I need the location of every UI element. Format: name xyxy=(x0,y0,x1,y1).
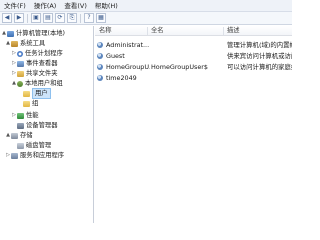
tree-item-disk-management[interactable]: 磁盘管理 xyxy=(17,141,51,150)
tree-item-groups[interactable]: 组 xyxy=(23,99,38,108)
table-row[interactable]: time2049 xyxy=(95,73,292,83)
tree-item-label: 共享文件夹 xyxy=(26,70,58,77)
column-divider[interactable] xyxy=(147,27,148,35)
refresh-icon[interactable]: ⟳ xyxy=(55,13,65,23)
tree-item-label: 存储 xyxy=(20,132,33,139)
tree-item-label: 组 xyxy=(32,100,39,107)
performance-icon xyxy=(17,112,24,119)
tree-item-users[interactable]: 用户 xyxy=(23,88,51,99)
tree-item-storage[interactable]: ▲ 存储 xyxy=(5,131,33,140)
user-icon xyxy=(97,53,103,59)
menu-view[interactable]: 查看(V) xyxy=(60,0,91,12)
user-description xyxy=(227,73,292,83)
menu-bar: 文件(F) 操作(A) 查看(V) 帮助(H) xyxy=(0,0,292,12)
navigation-tree: ▲ 计算机管理(本地) ▲ 系统工具 ▷ 任务计划程序 ▷ 事件查看器 ▷ 共享… xyxy=(0,26,94,223)
user-list-pane: 名称 全名 描述 Administrat... 管理计算机(域)的内置帐 Gue… xyxy=(95,26,292,223)
tree-item-label: 计算机管理(本地) xyxy=(16,30,65,37)
device-manager-icon xyxy=(17,122,24,129)
user-icon xyxy=(97,64,103,70)
help-icon[interactable]: ? xyxy=(84,13,94,23)
menu-file[interactable]: 文件(F) xyxy=(0,0,30,12)
clock-icon xyxy=(17,50,23,57)
back-icon[interactable]: ◀ xyxy=(2,13,12,23)
tree-item-label: 本地用户和组 xyxy=(25,80,63,87)
tree-item-label: 设备管理器 xyxy=(26,122,58,129)
forward-icon[interactable]: ▶ xyxy=(14,13,24,23)
folder-icon xyxy=(23,90,30,97)
tree-item-local-users-groups[interactable]: ▲ 本地用户和组 xyxy=(11,79,63,88)
toolbar-separator xyxy=(27,13,28,23)
user-fullname xyxy=(151,73,223,83)
user-fullname xyxy=(151,40,223,50)
user-icon xyxy=(97,75,103,81)
table-row[interactable]: Guest 供来宾访问计算机或访问 xyxy=(95,51,292,61)
folder-icon xyxy=(23,100,30,107)
show-tree-icon[interactable]: ▤ xyxy=(43,13,53,23)
menu-action[interactable]: 操作(A) xyxy=(30,0,61,12)
user-name: HomeGroupU... xyxy=(106,63,150,71)
tree-item-device-manager[interactable]: 设备管理器 xyxy=(17,121,57,130)
column-header-bar: 名称 全名 描述 xyxy=(95,26,292,36)
tree-item-label: 事件查看器 xyxy=(26,60,58,67)
user-description: 管理计算机(域)的内置帐 xyxy=(227,41,292,49)
column-header-name[interactable]: 名称 xyxy=(99,26,112,36)
user-name: Administrat... xyxy=(106,41,150,49)
tree-item-event-viewer[interactable]: ▷ 事件查看器 xyxy=(11,59,57,68)
tree-item-label-selected: 用户 xyxy=(32,88,51,99)
user-name: Guest xyxy=(106,52,125,60)
export-icon[interactable]: ⎘ xyxy=(67,13,77,23)
table-row[interactable]: HomeGroupU... HomeGroupUser$ 可以访问计算机的家庭组 xyxy=(95,62,292,72)
column-divider[interactable] xyxy=(223,27,224,35)
storage-icon xyxy=(11,132,18,139)
disk-icon xyxy=(17,142,24,149)
tree-item-performance[interactable]: ▷ 性能 xyxy=(11,111,39,120)
tree-item-label: 系统工具 xyxy=(20,40,46,47)
user-icon xyxy=(97,42,103,48)
tree-item-label: 任务计划程序 xyxy=(25,50,63,57)
tree-item-label: 服务和应用程序 xyxy=(20,152,65,159)
column-header-fullname[interactable]: 全名 xyxy=(151,26,164,36)
event-viewer-icon xyxy=(17,60,24,67)
menu-help[interactable]: 帮助(H) xyxy=(91,0,122,12)
user-fullname: HomeGroupUser$ xyxy=(151,63,208,71)
tree-item-system-tools[interactable]: ▲ 系统工具 xyxy=(5,39,45,48)
user-description: 供来宾访问计算机或访问 xyxy=(227,52,292,60)
up-icon[interactable]: ▣ xyxy=(31,13,41,23)
tree-item-label: 磁盘管理 xyxy=(26,142,52,149)
tools-icon xyxy=(11,40,18,47)
table-row[interactable]: Administrat... 管理计算机(域)的内置帐 xyxy=(95,40,292,50)
user-description: 可以访问计算机的家庭组 xyxy=(227,63,292,71)
tree-item-label: 性能 xyxy=(26,112,39,119)
users-icon xyxy=(17,80,23,87)
column-header-description[interactable]: 描述 xyxy=(227,26,240,36)
user-name: time2049 xyxy=(106,74,137,82)
user-fullname xyxy=(151,51,223,61)
computer-icon xyxy=(7,30,14,37)
tree-item-services-applications[interactable]: ▷ 服务和应用程序 xyxy=(5,151,64,160)
toolbar-separator xyxy=(80,13,81,23)
toolbar: ◀ ▶ ▣ ▤ ⟳ ⎘ ? ▦ xyxy=(0,12,292,25)
tree-item-computer-management[interactable]: ▲ 计算机管理(本地) xyxy=(1,29,65,38)
shared-folder-icon xyxy=(17,70,24,77)
tree-item-task-scheduler[interactable]: ▷ 任务计划程序 xyxy=(11,49,63,58)
services-icon xyxy=(11,152,18,159)
properties-icon[interactable]: ▦ xyxy=(96,13,106,23)
tree-item-shared-folders[interactable]: ▷ 共享文件夹 xyxy=(11,69,57,78)
